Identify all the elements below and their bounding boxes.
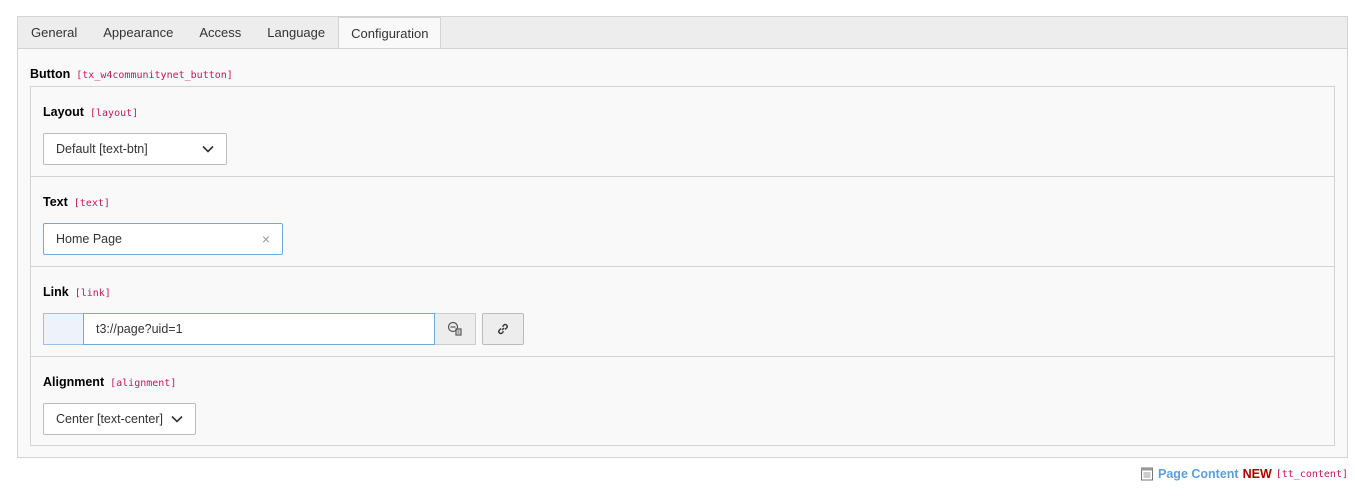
link-browser-button[interactable] — [482, 313, 524, 345]
chevron-down-icon — [171, 415, 183, 423]
text-field: Text [text] Home Page × — [31, 177, 1334, 267]
text-input-value: Home Page — [56, 232, 123, 246]
configuration-panel: Button [tx_w4communitynet_button] Layout [… — [17, 48, 1348, 458]
record-title: Page Content — [1158, 467, 1239, 481]
record-table: [tt_content] — [1275, 468, 1348, 480]
link-icon — [498, 323, 508, 335]
link-wizard-addon[interactable] — [435, 313, 476, 345]
link-label-row: Link [link] — [43, 284, 111, 299]
group-label: Button — [30, 67, 71, 81]
alignment-field: Alignment [alignment] Center [text-center… — [31, 357, 1334, 446]
tab-language[interactable]: Language — [254, 17, 338, 49]
layout-select-value: Default [text-btn] — [56, 142, 148, 156]
text-code: [text] — [73, 198, 110, 209]
text-input[interactable]: Home Page × — [43, 223, 283, 255]
alignment-label: Alignment — [43, 375, 105, 389]
layout-code: [layout] — [89, 108, 139, 119]
button-fieldset: Layout [layout] Default [text-btn] Text [t… — [30, 86, 1335, 446]
group-code: [tx_w4communitynet_button] — [76, 70, 233, 81]
alignment-select-value: Center [text-center] — [56, 412, 163, 426]
link-code: [link] — [74, 288, 111, 299]
layout-label-row: Layout [layout] — [43, 104, 138, 119]
group-title: Button [tx_w4communitynet_button] — [30, 66, 233, 81]
document-icon — [1141, 467, 1154, 481]
tab-bar: General Appearance Access Language Confi… — [17, 16, 1348, 50]
layout-select[interactable]: Default [text-btn] — [43, 133, 227, 165]
alignment-code: [alignment] — [110, 378, 177, 389]
tab-configuration[interactable]: Configuration — [338, 17, 442, 50]
alignment-label-row: Alignment [alignment] — [43, 374, 176, 389]
tab-access[interactable]: Access — [186, 17, 254, 49]
link-field: Link [link] t3://page?uid=1 — [31, 267, 1334, 357]
link-input-group: t3://page?uid=1 — [43, 313, 524, 345]
record-footer: Page Content NEW [tt_content] — [1140, 467, 1348, 481]
link-label: Link — [43, 285, 69, 299]
link-input-value: t3://page?uid=1 — [96, 322, 183, 336]
tab-general[interactable]: General — [18, 17, 90, 49]
new-badge: NEW — [1242, 467, 1272, 481]
link-input[interactable]: t3://page?uid=1 — [83, 313, 435, 345]
chevron-down-icon — [202, 145, 214, 153]
text-label: Text — [43, 195, 68, 209]
alignment-select[interactable]: Center [text-center] — [43, 403, 196, 435]
layout-field: Layout [layout] Default [text-btn] — [31, 87, 1334, 177]
tab-appearance[interactable]: Appearance — [90, 17, 186, 49]
layout-label: Layout — [43, 105, 84, 119]
link-type-indicator — [43, 313, 83, 345]
text-label-row: Text [text] — [43, 194, 110, 209]
wizard-icon — [447, 321, 462, 336]
clear-icon[interactable]: × — [262, 224, 270, 254]
